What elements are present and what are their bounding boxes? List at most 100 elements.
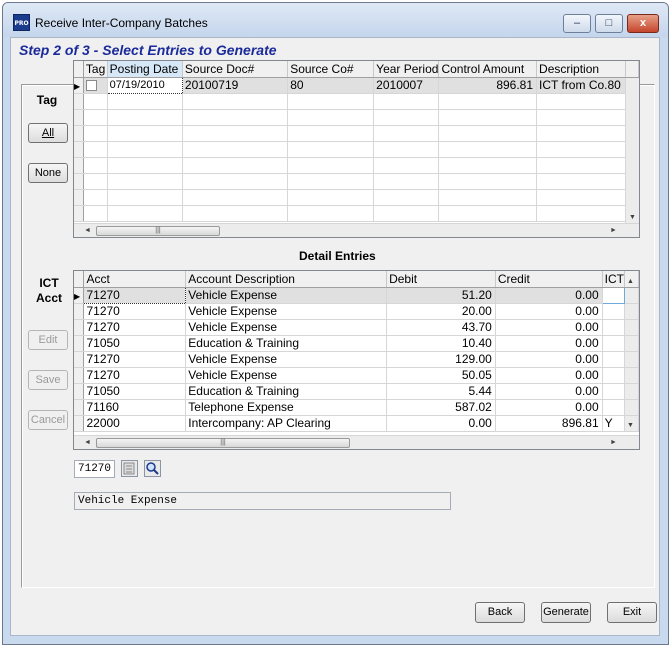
- detail-row[interactable]: 71270 Vehicle Expense 20.00 0.00: [74, 303, 639, 320]
- detail-row[interactable]: ▶ 71270 Vehicle Expense 51.20 0.00: [74, 286, 639, 304]
- col-source-doc[interactable]: Source Doc#: [182, 61, 289, 78]
- row-selector[interactable]: [74, 109, 84, 126]
- magnifier-icon[interactable]: [144, 460, 161, 477]
- row-selector[interactable]: [74, 141, 84, 158]
- row-selector[interactable]: [74, 335, 85, 352]
- row-selector[interactable]: [74, 93, 84, 110]
- tag-none-button[interactable]: None: [28, 163, 68, 183]
- detail-row[interactable]: 71270 Vehicle Expense 43.70 0.00: [74, 319, 639, 336]
- col-account-description[interactable]: Account Description: [185, 271, 388, 288]
- maximize-button[interactable]: □: [595, 14, 623, 33]
- row-selector[interactable]: [74, 205, 84, 222]
- row-selector[interactable]: [74, 157, 84, 174]
- row-selector[interactable]: [74, 173, 84, 190]
- tag-cell[interactable]: [83, 77, 108, 94]
- generate-button[interactable]: Generate: [541, 602, 591, 623]
- col-source-co[interactable]: Source Co#: [287, 61, 375, 78]
- credit-cell[interactable]: 0.00: [495, 399, 603, 416]
- account-description-cell[interactable]: Education & Training: [185, 335, 388, 352]
- credit-cell[interactable]: 0.00: [495, 367, 603, 384]
- col-description[interactable]: Description: [536, 61, 627, 78]
- acct-cell[interactable]: 71270: [83, 367, 187, 384]
- row-selector[interactable]: [74, 351, 85, 368]
- scroll-up-icon[interactable]: ▲: [627, 278, 634, 285]
- credit-cell[interactable]: 896.81: [495, 415, 603, 432]
- detail-row[interactable]: 71270 Vehicle Expense 50.05 0.00: [74, 367, 639, 384]
- exit-button[interactable]: Exit: [607, 602, 657, 623]
- acct-cell[interactable]: 71270: [83, 286, 187, 304]
- list-icon[interactable]: [121, 460, 138, 477]
- debit-cell[interactable]: 0.00: [386, 415, 496, 432]
- acct-cell[interactable]: 71270: [83, 351, 187, 368]
- row-selector[interactable]: [74, 319, 85, 336]
- ict-cell[interactable]: [602, 399, 625, 416]
- ict-cell[interactable]: [602, 335, 625, 352]
- description-cell[interactable]: ICT from Co.80: [536, 77, 627, 94]
- account-description-cell[interactable]: Vehicle Expense: [185, 319, 388, 336]
- batch-vertical-scrollbar[interactable]: ▼: [625, 78, 639, 223]
- vscroll-top[interactable]: ▲: [624, 271, 639, 288]
- col-debit[interactable]: Debit: [386, 271, 496, 288]
- close-button[interactable]: x: [627, 14, 659, 33]
- row-selector[interactable]: [74, 367, 85, 384]
- ict-cell[interactable]: [602, 303, 625, 320]
- debit-cell[interactable]: 20.00: [386, 303, 496, 320]
- scroll-thumb[interactable]: |||: [96, 226, 220, 236]
- year-period-cell[interactable]: 2010007: [373, 77, 440, 94]
- acct-cell[interactable]: 71050: [83, 383, 187, 400]
- ict-cell[interactable]: [602, 383, 625, 400]
- batch-grid[interactable]: Tag Posting Date Source Doc# Source Co# …: [73, 60, 640, 238]
- detail-row[interactable]: 71160 Telephone Expense 587.02 0.00: [74, 399, 639, 416]
- batch-horizontal-scrollbar[interactable]: ◄ ||| ►: [74, 223, 639, 237]
- ict-cell[interactable]: [602, 351, 625, 368]
- account-description-cell[interactable]: Vehicle Expense: [185, 303, 388, 320]
- debit-cell[interactable]: 51.20: [386, 287, 496, 304]
- scroll-right-icon[interactable]: ►: [610, 227, 617, 234]
- detail-horizontal-scrollbar[interactable]: ◄ ||| ►: [74, 435, 639, 449]
- col-tag[interactable]: Tag: [83, 61, 108, 78]
- row-selector[interactable]: [74, 125, 84, 142]
- minimize-button[interactable]: –: [563, 14, 591, 33]
- ict-cell[interactable]: [602, 367, 625, 384]
- detail-row[interactable]: 22000 Intercompany: AP Clearing 0.00 896.81…: [74, 415, 639, 432]
- credit-cell[interactable]: 0.00: [495, 319, 603, 336]
- account-description-cell[interactable]: Telephone Expense: [185, 399, 388, 416]
- col-control-amount[interactable]: Control Amount: [438, 61, 538, 78]
- row-selector[interactable]: ▶: [74, 287, 85, 304]
- ict-cell[interactable]: [601, 286, 625, 304]
- back-button[interactable]: Back: [475, 602, 525, 623]
- acct-cell[interactable]: 22000: [83, 415, 187, 432]
- ict-cell[interactable]: [602, 319, 625, 336]
- scroll-thumb[interactable]: |||: [96, 438, 350, 448]
- credit-cell[interactable]: 0.00: [495, 287, 603, 304]
- debit-cell[interactable]: 10.40: [386, 335, 496, 352]
- vscroll-top[interactable]: [625, 61, 639, 78]
- account-description-cell[interactable]: Vehicle Expense: [185, 287, 388, 304]
- account-field[interactable]: 71270: [74, 460, 115, 478]
- col-posting-date[interactable]: Posting Date: [107, 61, 183, 78]
- row-selector[interactable]: [74, 189, 84, 206]
- edit-button[interactable]: Edit: [28, 330, 68, 350]
- scroll-down-icon[interactable]: ▼: [629, 214, 636, 221]
- scroll-left-icon[interactable]: ◄: [84, 227, 91, 234]
- col-acct[interactable]: Acct: [83, 271, 187, 288]
- detail-row[interactable]: 71050 Education & Training 10.40 0.00: [74, 335, 639, 352]
- control-amount-cell[interactable]: 896.81: [438, 77, 538, 94]
- row-selector[interactable]: [74, 303, 85, 320]
- tag-all-button[interactable]: All: [28, 123, 68, 143]
- debit-cell[interactable]: 50.05: [386, 367, 496, 384]
- detail-row[interactable]: 71270 Vehicle Expense 129.00 0.00: [74, 351, 639, 368]
- scroll-left-icon[interactable]: ◄: [84, 439, 91, 446]
- tag-checkbox[interactable]: [85, 80, 97, 92]
- account-description-cell[interactable]: Vehicle Expense: [185, 351, 388, 368]
- scroll-right-icon[interactable]: ►: [610, 439, 617, 446]
- account-description-cell[interactable]: Education & Training: [185, 383, 388, 400]
- row-selector[interactable]: [74, 399, 85, 416]
- row-selector[interactable]: [74, 415, 85, 432]
- cancel-button[interactable]: Cancel: [28, 410, 68, 430]
- debit-cell[interactable]: 43.70: [386, 319, 496, 336]
- debit-cell[interactable]: 129.00: [386, 351, 496, 368]
- credit-cell[interactable]: 0.00: [495, 383, 603, 400]
- ict-cell[interactable]: Y: [602, 415, 625, 432]
- account-description-cell[interactable]: Intercompany: AP Clearing: [185, 415, 388, 432]
